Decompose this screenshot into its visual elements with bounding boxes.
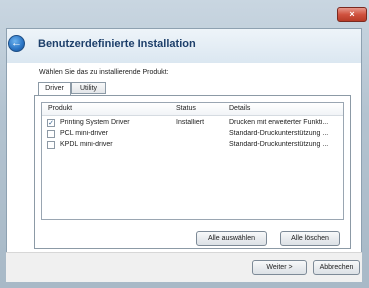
table-row[interactable]: ✓ Printing System Driver Installiert Dru…: [42, 118, 343, 129]
list-header: Produkt Status Details: [42, 103, 343, 116]
product-name: KPDL mini-driver: [60, 141, 113, 148]
window-frame: × ← Benutzerdefinierte Installation Wähl…: [0, 0, 369, 288]
column-header-status[interactable]: Status: [176, 105, 196, 112]
cancel-button[interactable]: Abbrechen: [313, 260, 360, 275]
product-details: Standard-Druckunterstützung ...: [229, 130, 329, 137]
page-title: Benutzerdefinierte Installation: [38, 38, 196, 50]
column-header-details[interactable]: Details: [229, 105, 250, 112]
product-details: Drucken mit erweiterter Funkti...: [229, 119, 329, 126]
checkbox[interactable]: [47, 130, 55, 138]
instruction-text: Wählen Sie das zu installierende Produkt…: [39, 69, 169, 76]
product-name: Printing System Driver: [60, 119, 130, 126]
close-button[interactable]: ×: [337, 7, 367, 22]
clear-all-button[interactable]: Alle löschen: [280, 231, 340, 246]
back-arrow-icon[interactable]: ←: [8, 35, 25, 52]
tab-utility[interactable]: Utility: [71, 82, 106, 94]
table-row[interactable]: PCL mini-driver Standard-Druckunterstütz…: [42, 129, 343, 140]
check-icon: ✓: [48, 120, 54, 127]
product-list[interactable]: Produkt Status Details ✓ Printing System…: [41, 102, 344, 220]
next-button[interactable]: Weiter >: [252, 260, 307, 275]
table-row[interactable]: KPDL mini-driver Standard-Druckunterstüt…: [42, 140, 343, 151]
product-details: Standard-Druckunterstützung ...: [229, 141, 329, 148]
tab-driver[interactable]: Driver: [38, 82, 71, 96]
footer-bar: Weiter > Abbrechen: [6, 252, 362, 282]
checkbox[interactable]: [47, 141, 55, 149]
product-status: Installiert: [176, 119, 205, 126]
checkbox[interactable]: ✓: [47, 119, 55, 127]
product-name: PCL mini-driver: [60, 130, 108, 137]
select-all-button[interactable]: Alle auswählen: [196, 231, 267, 246]
column-header-product[interactable]: Produkt: [48, 105, 72, 112]
tab-panel: Produkt Status Details ✓ Printing System…: [34, 95, 351, 249]
